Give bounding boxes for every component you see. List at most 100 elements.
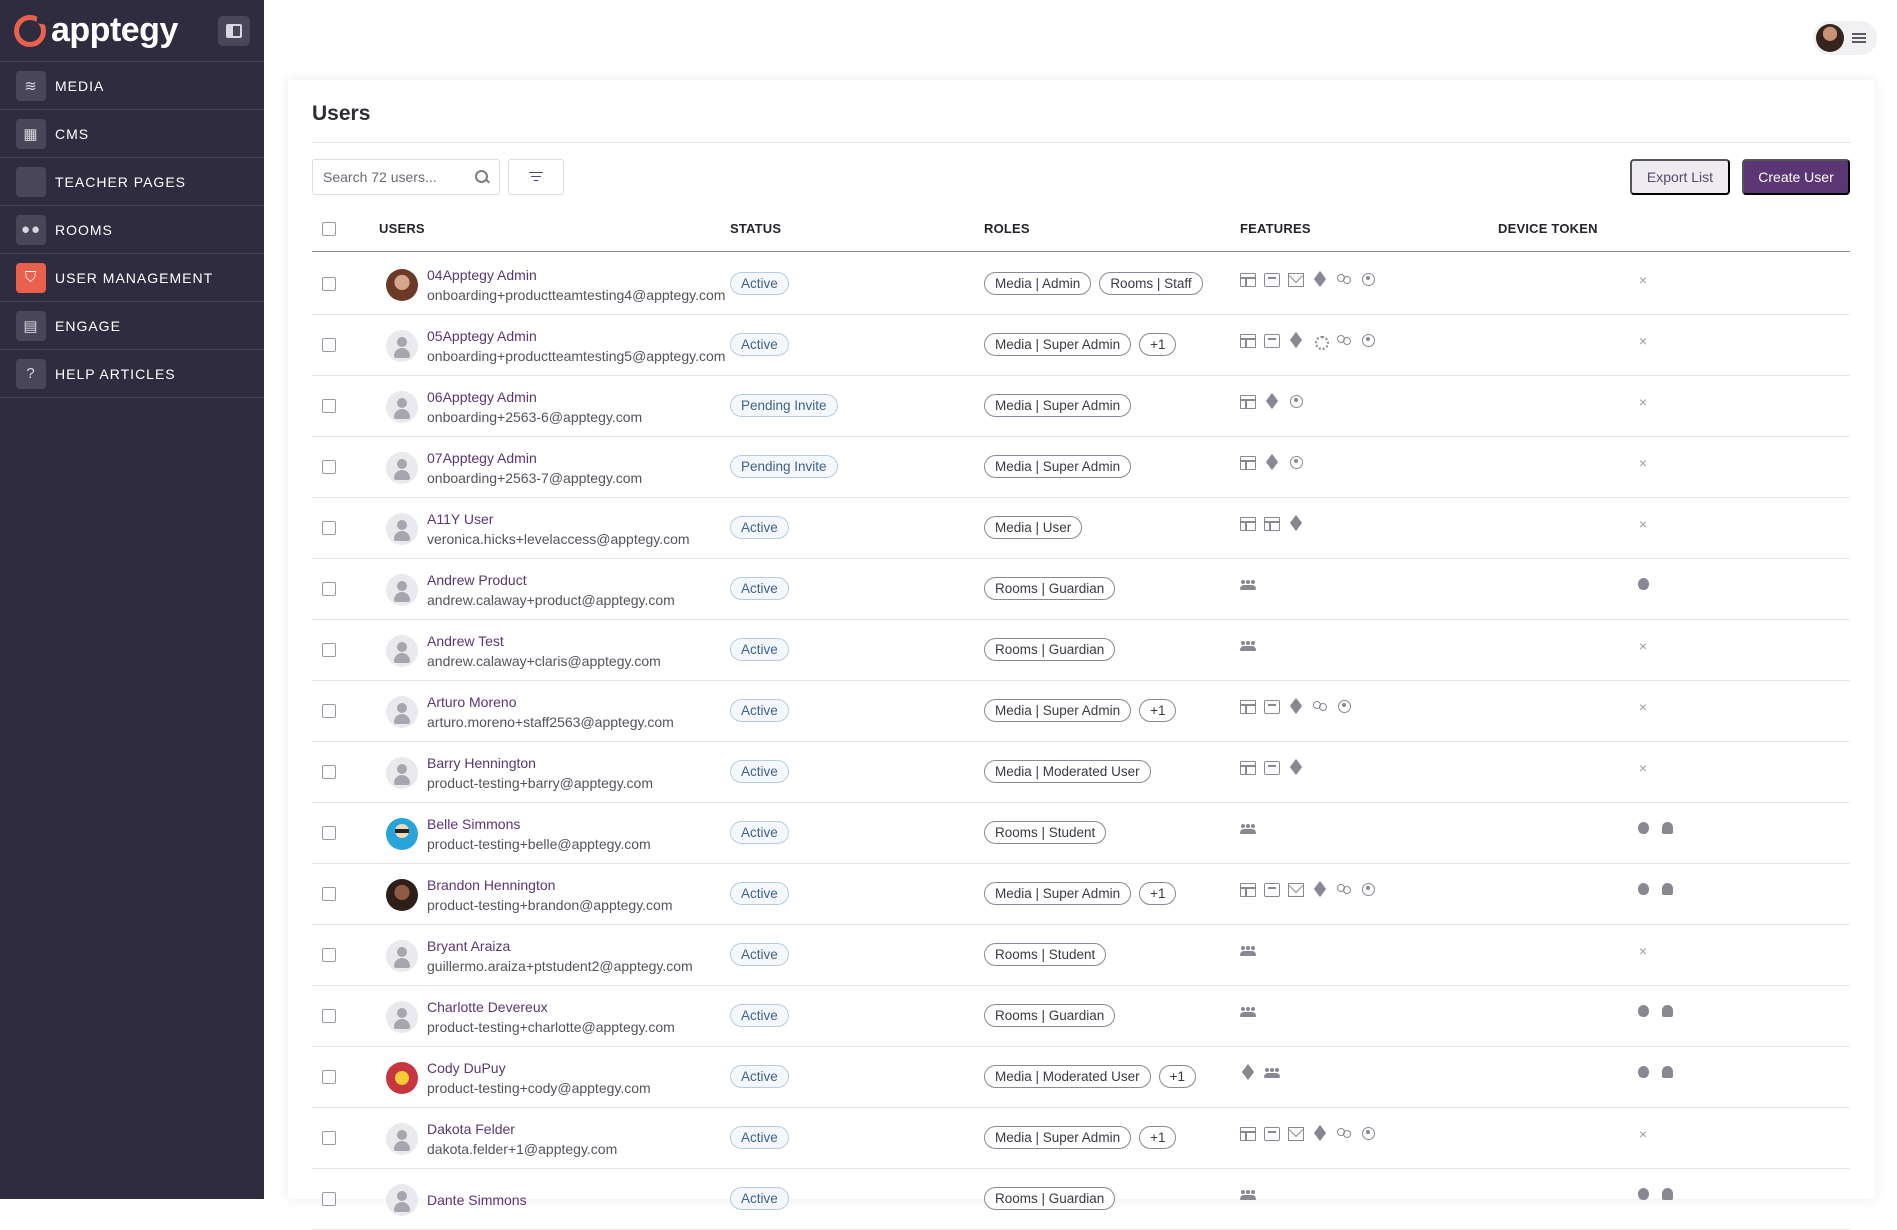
table-row[interactable]: 04Apptegy Admin onboarding+productteamtes… xyxy=(312,254,1850,315)
gear-icon xyxy=(1312,334,1329,350)
row-checkbox[interactable] xyxy=(322,582,336,596)
search-placeholder: Search 72 users... xyxy=(323,169,437,185)
table-row[interactable]: Cody DuPuy product-testing+cody@apptegy.c… xyxy=(312,1047,1850,1108)
row-checkbox[interactable] xyxy=(322,1131,336,1145)
table-row[interactable]: Andrew Test andrew.calaway+claris@apptegy… xyxy=(312,620,1850,681)
user-name-link[interactable]: Barry Hennington xyxy=(427,753,653,773)
column-roles[interactable]: ROLES xyxy=(984,221,1030,236)
user-name-link[interactable]: Charlotte Devereux xyxy=(427,997,675,1017)
user-name-link[interactable]: Bryant Araiza xyxy=(427,936,693,956)
role-pill[interactable]: +1 xyxy=(1139,699,1177,722)
avatar xyxy=(386,268,418,301)
sidebar-collapse-button[interactable] xyxy=(218,15,250,46)
row-checkbox[interactable] xyxy=(322,338,336,352)
user-name-link[interactable]: 05Apptegy Admin xyxy=(427,326,725,346)
table-row[interactable]: 07Apptegy Admin onboarding+2563-7@apptegy… xyxy=(312,437,1850,498)
sidebar-item-engage[interactable]: ▤ ENGAGE xyxy=(0,302,264,350)
user-email: arturo.moreno+staff2563@apptegy.com xyxy=(427,713,674,730)
user-name-link[interactable]: Andrew Test xyxy=(427,631,661,651)
row-checkbox[interactable] xyxy=(322,399,336,413)
features-cell xyxy=(1240,270,1376,290)
user-name-link[interactable]: 04Apptegy Admin xyxy=(427,265,725,285)
user-name-link[interactable]: Andrew Product xyxy=(427,570,675,590)
user-email: product-testing+cody@apptegy.com xyxy=(427,1079,651,1096)
user-name-link[interactable]: Brandon Hennington xyxy=(427,875,673,895)
role-pill[interactable]: +1 xyxy=(1158,1065,1196,1088)
user-name-link[interactable]: Cody DuPuy xyxy=(427,1058,651,1078)
export-list-button[interactable]: Export List xyxy=(1630,159,1730,195)
row-checkbox[interactable] xyxy=(322,704,336,718)
table-row[interactable]: A11Y User veronica.hicks+levelaccess@appt… xyxy=(312,498,1850,559)
column-device-token[interactable]: DEVICE TOKEN xyxy=(1498,221,1598,236)
table-row[interactable]: Barry Hennington product-testing+barry@ap… xyxy=(312,742,1850,803)
user-cell: Andrew Product andrew.calaway+product@app… xyxy=(386,570,675,609)
user-email: onboarding+2563-6@apptegy.com xyxy=(427,408,643,425)
table-row[interactable]: Arturo Moreno arturo.moreno+staff2563@app… xyxy=(312,681,1850,742)
user-email: andrew.calaway+product@apptegy.com xyxy=(427,591,675,608)
user-name-link[interactable]: A11Y User xyxy=(427,509,690,529)
apple-icon xyxy=(1636,577,1650,593)
row-checkbox[interactable] xyxy=(322,887,336,901)
sidebar-item-user-management[interactable]: ⛉ USER MANAGEMENT xyxy=(0,254,264,302)
role-pill: Media | Super Admin xyxy=(984,882,1132,905)
column-status[interactable]: STATUS xyxy=(730,221,781,236)
users-card: Users Search 72 users... Export List Cre… xyxy=(288,80,1875,1230)
user-name-link[interactable]: Belle Simmons xyxy=(427,814,651,834)
user-menu-button[interactable] xyxy=(1813,21,1877,55)
user-name-link[interactable]: 06Apptegy Admin xyxy=(427,387,642,407)
row-checkbox[interactable] xyxy=(322,277,336,291)
row-checkbox[interactable] xyxy=(322,460,336,474)
search-input[interactable]: Search 72 users... xyxy=(312,159,500,195)
android-icon xyxy=(1660,1065,1674,1081)
user-icon xyxy=(1288,395,1304,409)
status-badge: Active xyxy=(730,1065,789,1088)
table-row[interactable]: Bryant Araiza guillermo.araiza+ptstudent2… xyxy=(312,925,1850,986)
roles-cell: Media | Moderated User +1 xyxy=(984,1065,1196,1088)
create-user-button[interactable]: Create User xyxy=(1742,159,1850,195)
filter-button[interactable] xyxy=(508,159,564,195)
row-checkbox[interactable] xyxy=(322,521,336,535)
row-checkbox[interactable] xyxy=(322,826,336,840)
user-email: andrew.calaway+claris@apptegy.com xyxy=(427,652,661,669)
user-name-link[interactable]: Dakota Felder xyxy=(427,1119,617,1139)
user-icon xyxy=(1360,883,1376,897)
column-users[interactable]: USERS xyxy=(379,221,425,236)
role-pill[interactable]: +1 xyxy=(1139,1126,1177,1149)
row-checkbox[interactable] xyxy=(322,643,336,657)
table-row[interactable]: Dante Simmons Active Rooms | Guardian xyxy=(312,1169,1850,1230)
table-row[interactable]: Belle Simmons product-testing+belle@appte… xyxy=(312,803,1850,864)
table-row[interactable]: 06Apptegy Admin onboarding+2563-6@apptegy… xyxy=(312,376,1850,437)
row-checkbox[interactable] xyxy=(322,1070,336,1084)
status-badge: Pending Invite xyxy=(730,455,838,478)
user-cell: Belle Simmons product-testing+belle@appte… xyxy=(386,814,651,853)
table-row[interactable]: Brandon Hennington product-testing+brando… xyxy=(312,864,1850,925)
role-pill[interactable]: +1 xyxy=(1139,333,1177,356)
sidebar-item-help-articles[interactable]: ? HELP ARTICLES xyxy=(0,350,264,398)
sidebar-item-rooms[interactable]: ●● ROOMS xyxy=(0,206,264,254)
column-features[interactable]: FEATURES xyxy=(1240,221,1311,236)
row-checkbox[interactable] xyxy=(322,948,336,962)
row-checkbox[interactable] xyxy=(322,765,336,779)
device-token-cell: × xyxy=(1636,1124,1650,1144)
sidebar-item-cms[interactable]: ▦ CMS xyxy=(0,110,264,158)
close-icon: × xyxy=(1638,699,1648,715)
sidebar-item-teacher-pages[interactable]: TEACHER PAGES xyxy=(0,158,264,206)
table-row[interactable]: Dakota Felder dakota.felder+1@apptegy.com… xyxy=(312,1108,1850,1169)
avatar xyxy=(386,695,418,728)
row-checkbox[interactable] xyxy=(322,1009,336,1023)
user-name-link[interactable]: Dante Simmons xyxy=(427,1190,527,1210)
role-pill: Media | Super Admin xyxy=(984,394,1132,417)
user-name-link[interactable]: 07Apptegy Admin xyxy=(427,448,642,468)
table-row[interactable]: 05Apptegy Admin onboarding+productteamtes… xyxy=(312,315,1850,376)
table-row[interactable]: Charlotte Devereux product-testing+charlo… xyxy=(312,986,1850,1047)
chat-icon xyxy=(1264,761,1280,775)
title-divider xyxy=(312,142,1851,143)
close-icon: × xyxy=(1638,455,1648,471)
role-pill[interactable]: +1 xyxy=(1139,882,1177,905)
row-checkbox[interactable] xyxy=(322,1192,336,1206)
user-name-link[interactable]: Arturo Moreno xyxy=(427,692,674,712)
top-bar xyxy=(264,0,1897,74)
select-all-checkbox[interactable] xyxy=(322,221,336,236)
sidebar-item-media[interactable]: ≋ MEDIA xyxy=(0,62,264,110)
table-row[interactable]: Andrew Product andrew.calaway+product@app… xyxy=(312,559,1850,620)
